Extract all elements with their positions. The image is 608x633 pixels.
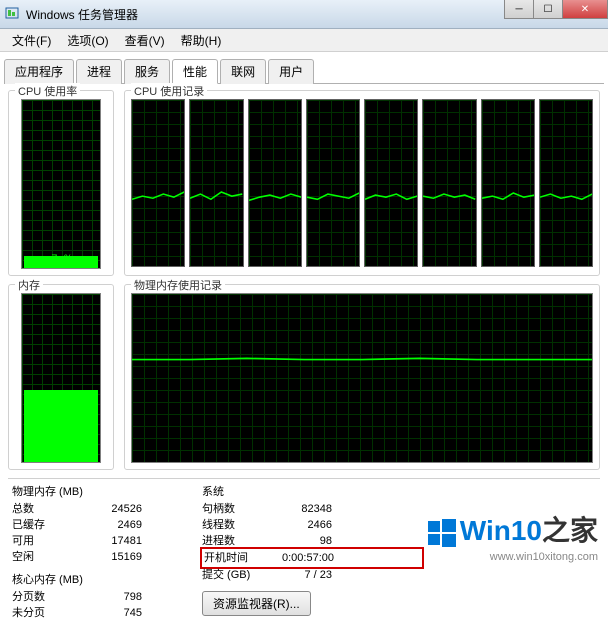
tab-services[interactable]: 服务 [124,59,170,84]
kernel-title: 核心内存 (MB) [12,571,182,587]
memory-history-title: 物理内存使用记录 [131,277,225,293]
paged-label: 分页数 [12,589,72,605]
watermark-url: www.win10xitong.com [428,551,598,563]
app-icon [4,6,20,22]
tab-processes[interactable]: 进程 [76,59,122,84]
commit-value: 7 / 23 [262,567,332,583]
physmem-title: 物理内存 (MB) [12,483,182,499]
close-button[interactable]: ✕ [562,0,608,19]
processes-label: 进程数 [202,533,262,549]
menu-bar: 文件(F) 选项(O) 查看(V) 帮助(H) [0,29,608,52]
maximize-button[interactable]: ☐ [533,0,563,19]
paged-value: 798 [72,589,142,605]
resource-monitor-button[interactable]: 资源监视器(R)... [202,591,311,616]
window-controls: ─ ☐ ✕ [505,0,608,19]
uptime-value: 0:00:57:00 [264,550,334,566]
free-label: 空闲 [12,549,72,565]
tab-applications[interactable]: 应用程序 [4,59,74,84]
title-bar: Windows 任务管理器 ─ ☐ ✕ [0,0,608,29]
minimize-button[interactable]: ─ [504,0,534,19]
tab-networking[interactable]: 联网 [220,59,266,84]
menu-help[interactable]: 帮助(H) [173,30,230,51]
free-value: 15169 [72,549,142,565]
cpu-usage-value: 7 % [22,254,100,266]
handles-label: 句柄数 [202,501,262,517]
tab-performance[interactable]: 性能 [172,59,218,84]
uptime-label: 开机时间 [204,550,264,566]
menu-file[interactable]: 文件(F) [4,30,59,51]
divider [8,478,600,479]
processes-value: 98 [262,533,332,549]
watermark-brand-en: Win10 [460,515,542,546]
memory-value: 6.87 GB [22,448,100,460]
uptime-row-highlight: 开机时间0:00:57:00 [200,547,424,569]
cpu-usage-group: CPU 使用率 7 % [8,90,114,276]
threads-label: 线程数 [202,517,262,533]
watermark-brand-zh: 之家 [542,515,598,546]
tab-users[interactable]: 用户 [268,59,314,84]
menu-view[interactable]: 查看(V) [117,30,173,51]
handles-value: 82348 [262,501,332,517]
commit-label: 提交 (GB) [202,567,262,583]
cached-value: 2469 [72,517,142,533]
memory-history-group: 物理内存使用记录 [124,284,600,470]
cpu-history-title: CPU 使用记录 [131,83,207,99]
total-value: 24526 [72,501,142,517]
cached-label: 已缓存 [12,517,72,533]
window-title: Windows 任务管理器 [26,6,138,23]
cpu-history-group: CPU 使用记录 [124,90,600,276]
windows-logo-icon [428,519,456,547]
cpu-usage-title: CPU 使用率 [15,83,80,99]
total-label: 总数 [12,501,72,517]
memory-title: 内存 [15,277,43,293]
nonpaged-value: 745 [72,605,142,621]
memory-meter: 6.87 GB [21,293,101,463]
menu-options[interactable]: 选项(O) [59,30,116,51]
nonpaged-label: 未分页 [12,605,72,621]
system-title: 系统 [202,483,422,499]
available-label: 可用 [12,533,72,549]
memory-group: 内存 6.87 GB [8,284,114,470]
cpu-usage-meter: 7 % [21,99,101,269]
threads-value: 2466 [262,517,332,533]
cpu-history-graph [131,99,593,267]
available-value: 17481 [72,533,142,549]
tab-bar: 应用程序 进程 服务 性能 联网 用户 [4,58,604,84]
memory-history-graph [131,293,593,463]
watermark: Win10之家 www.win10xitong.com [428,509,598,563]
